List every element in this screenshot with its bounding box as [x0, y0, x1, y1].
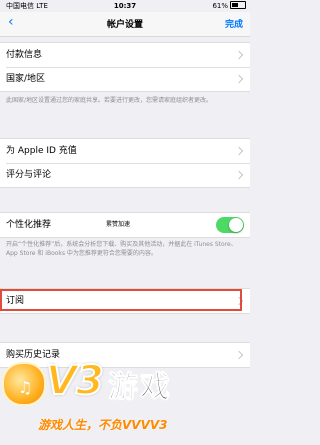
status-bar: 中国电信 LTE 10:37 61%: [0, 0, 250, 12]
watermark-slogan: 游戏人生，不负VVVV3: [38, 418, 168, 432]
navigation-bar: ‹ 帐户设置 完成: [0, 12, 250, 37]
page-title: 帐户设置: [106, 20, 143, 30]
watermark-logo: ♫ V3 游戏 游戏人生，不负VVVV3: [0, 356, 250, 445]
battery-icon: [230, 1, 246, 9]
inline-overlay-text: 累赞加速: [106, 221, 131, 228]
chevron-right-icon: [234, 170, 244, 180]
chevron-right-icon: [234, 146, 244, 156]
row-label: 为 Apple ID 充值: [6, 146, 77, 156]
row-personalized-recommendations: 个性化推荐 累赞加速: [0, 213, 250, 237]
watermark-brand: V3: [45, 357, 105, 405]
chevron-right-icon: [234, 74, 244, 84]
row-country-region[interactable]: 国家/地区: [0, 67, 250, 91]
row-ratings-reviews[interactable]: 评分与评论: [0, 163, 250, 187]
subscriptions-group: 订阅: [0, 288, 250, 314]
personalized-note: 开启“个性化推荐”后，系统会分析您下载、购买及其他活动，并据此在 iTunes …: [6, 241, 237, 257]
row-payment-info[interactable]: 付款信息: [0, 43, 250, 67]
battery-indicator: 61%: [212, 0, 246, 12]
music-note-logo-icon: ♫: [2, 362, 46, 406]
row-label: 国家/地区: [6, 74, 46, 84]
toggle-knob: [229, 218, 243, 232]
row-subscriptions[interactable]: 订阅: [0, 289, 250, 313]
topup-group: 为 Apple ID 充值 评分与评论: [0, 138, 250, 188]
payment-group: 付款信息 国家/地区: [0, 42, 250, 92]
personalized-toggle[interactable]: [216, 217, 244, 233]
chevron-right-icon: [234, 296, 244, 306]
personalized-group: 个性化推荐 累赞加速: [0, 212, 250, 238]
row-topup-apple-id[interactable]: 为 Apple ID 充值: [0, 139, 250, 163]
row-label: 个性化推荐: [6, 220, 52, 230]
highlight-box: [0, 289, 242, 311]
done-button[interactable]: 完成: [225, 17, 243, 30]
row-label: 订阅: [6, 296, 25, 306]
row-label: 评分与评论: [6, 170, 52, 180]
watermark-brand-cn: 游戏: [108, 370, 172, 406]
region-note: 此国家/地区设置通过您的家庭共享。若要进行更改，您需请家庭组织者更改。: [6, 97, 213, 104]
row-label: 付款信息: [6, 50, 43, 60]
chevron-right-icon: [234, 50, 244, 60]
